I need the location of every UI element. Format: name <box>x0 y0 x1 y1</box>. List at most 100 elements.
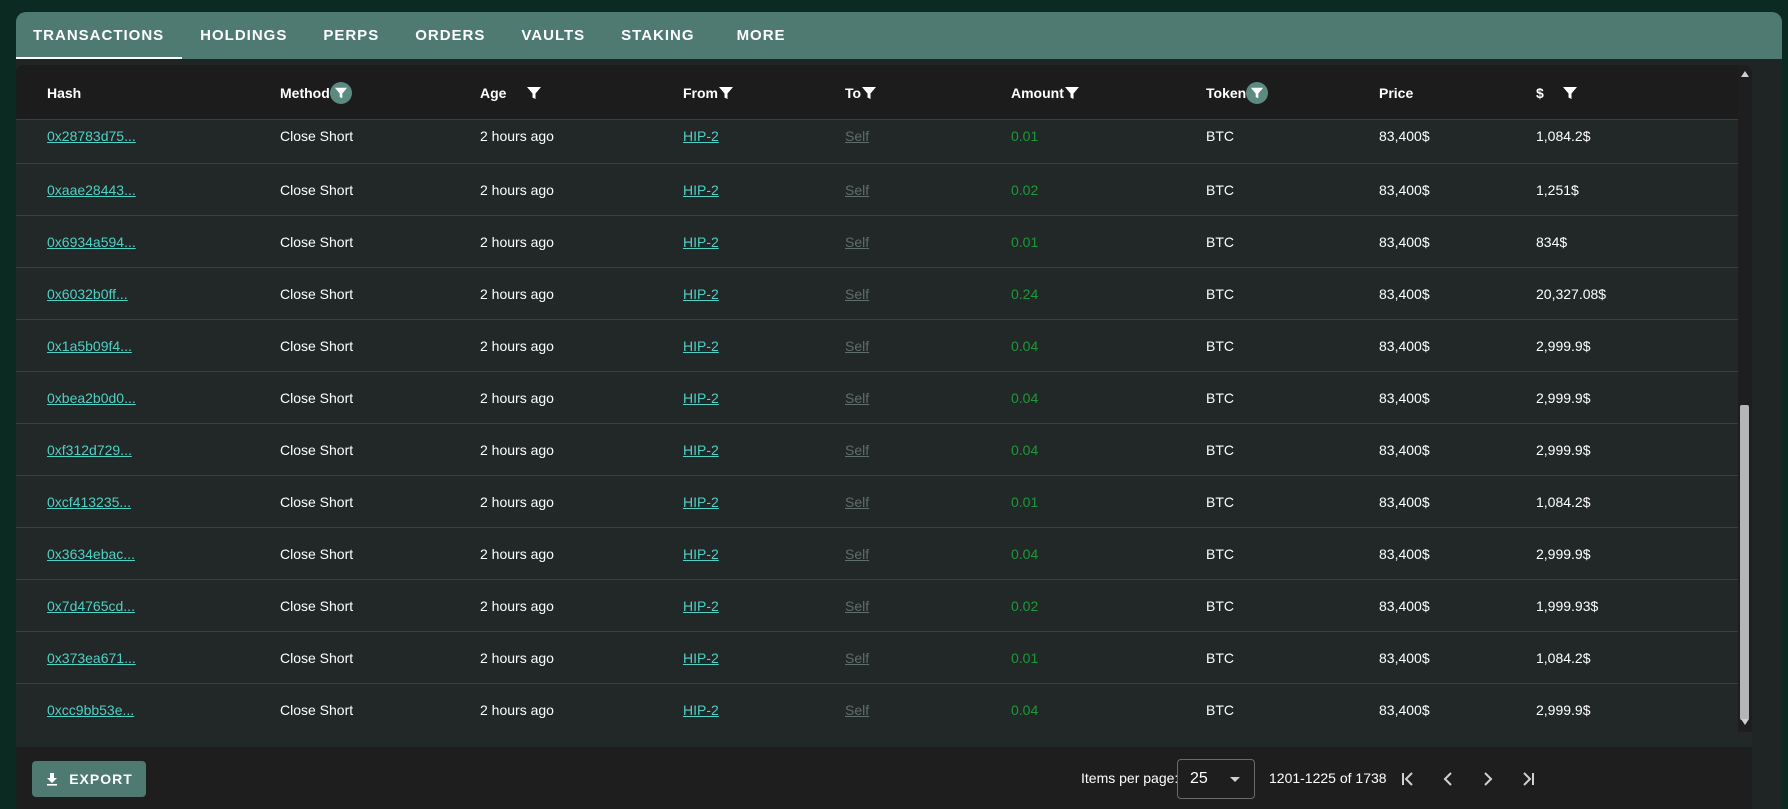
tx-to-link[interactable]: Self <box>845 546 869 562</box>
tx-amount: 0.02 <box>1011 597 1039 614</box>
tx-from-link[interactable]: HIP-2 <box>683 702 719 718</box>
tx-token: BTC <box>1206 128 1234 144</box>
tx-usd-value: 20,327.08$ <box>1536 285 1607 302</box>
tx-hash-link[interactable]: 0xf312d729... <box>47 442 132 458</box>
tx-hash-link[interactable]: 0xcc9bb53e... <box>47 702 134 718</box>
tx-to-link[interactable]: Self <box>845 494 869 510</box>
tx-price: 83,400$ <box>1379 597 1430 614</box>
tx-age: 2 hours ago <box>480 441 554 458</box>
token-filter-icon[interactable] <box>1246 81 1269 104</box>
tx-token: BTC <box>1206 233 1234 250</box>
items-per-page-value: 25 <box>1190 770 1208 787</box>
tx-hash-link[interactable]: 0xbea2b0d0... <box>47 390 136 406</box>
tx-token: BTC <box>1206 441 1234 458</box>
tx-method: Close Short <box>280 181 354 198</box>
from-filter-icon[interactable] <box>718 85 734 101</box>
scroll-down-icon[interactable] <box>1741 719 1749 725</box>
tx-price: 83,400$ <box>1379 389 1430 406</box>
first-page-button[interactable] <box>1394 765 1422 793</box>
column-header-to: To <box>845 65 877 120</box>
tab-transactions[interactable]: TRANSACTIONS <box>16 12 183 59</box>
tx-to-link[interactable]: Self <box>845 128 869 144</box>
tx-age: 2 hours ago <box>480 233 554 250</box>
tab-holdings[interactable]: HOLDINGS <box>182 12 305 59</box>
vertical-scrollbar[interactable] <box>1738 65 1752 732</box>
tx-price: 83,400$ <box>1379 545 1430 562</box>
items-per-page-label: Items per page: <box>1081 770 1179 786</box>
table-row: 0x7d4765cd... Close Short 2 hours ago HI… <box>16 580 1752 632</box>
tx-hash-link[interactable]: 0x28783d75... <box>47 128 136 144</box>
tx-method: Close Short <box>280 597 354 614</box>
tx-to-link[interactable]: Self <box>845 650 869 666</box>
tx-from-link[interactable]: HIP-2 <box>683 234 719 250</box>
export-button[interactable]: EXPORT <box>32 761 146 797</box>
age-filter-icon[interactable] <box>526 85 542 101</box>
tx-amount: 0.04 <box>1011 702 1039 718</box>
tx-price: 83,400$ <box>1379 441 1430 458</box>
tab-vaults[interactable]: VAULTS <box>503 12 603 59</box>
tx-from-link[interactable]: HIP-2 <box>683 546 719 562</box>
tx-to-link[interactable]: Self <box>845 702 869 718</box>
tx-usd-value: 2,999.9$ <box>1536 337 1591 354</box>
tx-hash-link[interactable]: 0x7d4765cd... <box>47 598 135 614</box>
tx-hash-link[interactable]: 0xcf413235... <box>47 494 131 510</box>
tx-from-link[interactable]: HIP-2 <box>683 182 719 198</box>
column-header-usd: $ <box>1536 65 1578 120</box>
tx-method: Close Short <box>280 545 354 562</box>
to-filter-icon[interactable] <box>861 85 877 101</box>
last-page-icon <box>1523 772 1534 786</box>
amount-filter-icon[interactable] <box>1064 85 1080 101</box>
usd-filter-icon[interactable] <box>1562 85 1578 101</box>
tx-to-link[interactable]: Self <box>845 286 869 302</box>
tx-hash-link[interactable]: 0x3634ebac... <box>47 546 135 562</box>
tab-orders[interactable]: ORDERS <box>397 12 503 59</box>
tx-to-link[interactable]: Self <box>845 390 869 406</box>
tab-perps[interactable]: PERPS <box>305 12 397 59</box>
tx-amount: 0.24 <box>1011 285 1039 302</box>
tab-more[interactable]: MORE <box>717 12 804 59</box>
table-header: Hash Method Age From To Amount Token Pri… <box>16 65 1752 120</box>
scroll-up-icon[interactable] <box>1741 71 1749 77</box>
tx-from-link[interactable]: HIP-2 <box>683 128 719 144</box>
scrollbar-thumb[interactable] <box>1740 405 1749 720</box>
tx-from-link[interactable]: HIP-2 <box>683 442 719 458</box>
method-filter-icon[interactable] <box>329 81 352 104</box>
items-per-page-select[interactable]: 25 <box>1177 759 1255 799</box>
tab-bar: TRANSACTIONS HOLDINGS PERPS ORDERS VAULT… <box>16 12 1782 59</box>
previous-page-button[interactable] <box>1434 765 1462 793</box>
tx-from-link[interactable]: HIP-2 <box>683 338 719 354</box>
tx-amount: 0.04 <box>1011 389 1039 406</box>
tab-staking[interactable]: STAKING <box>603 12 716 59</box>
tx-usd-value: 1,999.93$ <box>1536 597 1599 614</box>
tx-hash-link[interactable]: 0xaae28443... <box>47 182 136 198</box>
tx-from-link[interactable]: HIP-2 <box>683 598 719 614</box>
tx-hash-link[interactable]: 0x1a5b09f4... <box>47 338 132 354</box>
last-page-button[interactable] <box>1514 765 1542 793</box>
tx-to-link[interactable]: Self <box>845 598 869 614</box>
tx-hash-link[interactable]: 0x373ea671... <box>47 650 136 666</box>
tx-to-link[interactable]: Self <box>845 182 869 198</box>
tx-amount: 0.01 <box>1011 649 1039 666</box>
tx-from-link[interactable]: HIP-2 <box>683 390 719 406</box>
tx-price: 83,400$ <box>1379 702 1430 718</box>
download-icon <box>47 773 58 786</box>
pagination-range: 1201-1225 of 1738 <box>1269 770 1387 786</box>
tx-age: 2 hours ago <box>480 597 554 614</box>
tx-from-link[interactable]: HIP-2 <box>683 494 719 510</box>
tx-from-link[interactable]: HIP-2 <box>683 286 719 302</box>
tx-hash-link[interactable]: 0x6032b0ff... <box>47 286 128 302</box>
table-row: 0x373ea671... Close Short 2 hours ago HI… <box>16 632 1752 684</box>
tx-to-link[interactable]: Self <box>845 338 869 354</box>
tx-usd-value: 1,251$ <box>1536 181 1579 198</box>
column-header-method: Method <box>280 65 352 120</box>
tx-from-link[interactable]: HIP-2 <box>683 650 719 666</box>
table-row: 0xaae28443... Close Short 2 hours ago HI… <box>16 164 1752 216</box>
tx-usd-value: 2,999.9$ <box>1536 702 1591 718</box>
tx-method: Close Short <box>280 128 354 144</box>
tx-to-link[interactable]: Self <box>845 234 869 250</box>
tx-to-link[interactable]: Self <box>845 442 869 458</box>
next-page-button[interactable] <box>1474 765 1502 793</box>
tx-hash-link[interactable]: 0x6934a594... <box>47 234 136 250</box>
export-label: EXPORT <box>69 771 133 787</box>
tx-age: 2 hours ago <box>480 337 554 354</box>
